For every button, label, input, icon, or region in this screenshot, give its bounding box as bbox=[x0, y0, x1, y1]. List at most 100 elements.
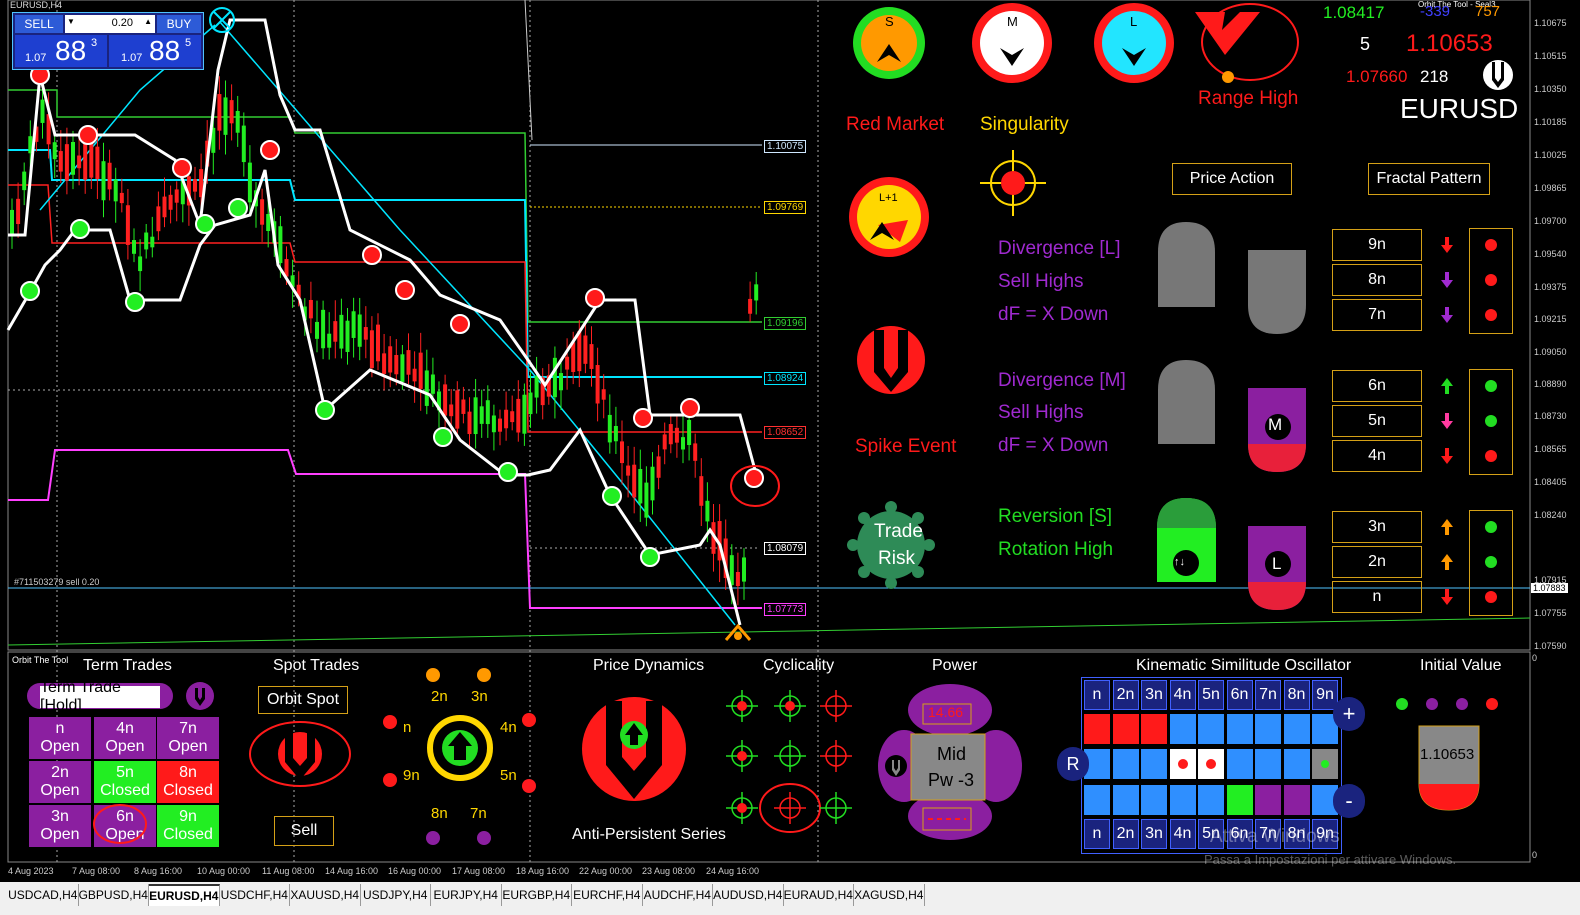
kso-header-cell[interactable]: n bbox=[1084, 680, 1110, 710]
kso-plus-button[interactable]: + bbox=[1333, 697, 1365, 731]
symbol-tab[interactable]: AUDUSD,H4 bbox=[713, 884, 784, 906]
kso-cell[interactable] bbox=[1169, 714, 1196, 744]
kso-cell[interactable] bbox=[1198, 785, 1224, 815]
kso-cell[interactable] bbox=[1169, 785, 1196, 815]
kso-cell[interactable] bbox=[1283, 749, 1310, 779]
orbit-spot-button[interactable]: Orbit Spot bbox=[258, 686, 348, 714]
lot-value[interactable]: 0.20 bbox=[112, 17, 133, 29]
candle-body bbox=[595, 365, 600, 404]
cycle-crosshair-icon bbox=[726, 792, 758, 824]
symbol-tab[interactable]: EURJPY,H4 bbox=[431, 884, 502, 906]
kso-header-cell[interactable]: 3n bbox=[1141, 819, 1167, 849]
candle-body bbox=[217, 94, 222, 131]
term-trade-cell[interactable]: n Open bbox=[29, 717, 91, 759]
symbol-tab[interactable]: USDJPY,H4 bbox=[360, 884, 431, 906]
sell-signal-marker bbox=[395, 280, 415, 300]
candle-body bbox=[674, 427, 679, 443]
kso-cell[interactable] bbox=[1198, 749, 1224, 779]
term-trade-cell[interactable]: 9n Closed bbox=[157, 805, 219, 847]
kso-cell[interactable] bbox=[1312, 749, 1338, 779]
candle-body bbox=[516, 398, 521, 433]
kso-cell[interactable] bbox=[1226, 714, 1253, 744]
sell-signal-marker bbox=[362, 245, 382, 265]
term-trade-cell[interactable]: 4n Open bbox=[94, 717, 156, 759]
kso-cell[interactable] bbox=[1283, 785, 1310, 815]
kso-cell[interactable] bbox=[1169, 749, 1196, 779]
fractal-level-box[interactable]: 5n bbox=[1332, 405, 1422, 437]
arrow-up-icon bbox=[1441, 554, 1453, 570]
symbol-tab[interactable]: EURUSD,H4 bbox=[149, 884, 220, 906]
chart-symbol-caption: EURUSD,H4 bbox=[10, 0, 63, 10]
candle-body bbox=[571, 342, 576, 372]
price-action-button[interactable]: Price Action bbox=[1172, 163, 1292, 195]
kso-r-button[interactable]: R bbox=[1057, 747, 1089, 781]
term-trade-direction-icon[interactable] bbox=[186, 682, 214, 710]
kso-cell[interactable] bbox=[1112, 749, 1139, 779]
fractal-level-box[interactable]: 4n bbox=[1332, 440, 1422, 472]
kso-minus-button[interactable]: - bbox=[1333, 784, 1365, 818]
axis-price-label: 1.08890 bbox=[1534, 379, 1567, 389]
kso-header-cell[interactable]: 5n bbox=[1198, 680, 1224, 710]
buy-price-button[interactable]: 1.07 88 5 bbox=[109, 35, 201, 67]
kso-cell[interactable] bbox=[1255, 714, 1281, 744]
kso-cell[interactable] bbox=[1226, 749, 1253, 779]
kso-cell[interactable] bbox=[1112, 714, 1139, 744]
kso-cell[interactable] bbox=[1255, 785, 1281, 815]
lot-up-icon[interactable]: ▲ bbox=[144, 17, 152, 26]
kso-cell[interactable] bbox=[1084, 714, 1110, 744]
term-trade-cell[interactable]: 3n Open bbox=[29, 805, 91, 847]
kso-header-cell[interactable]: 2n bbox=[1112, 680, 1139, 710]
candle-body bbox=[394, 355, 399, 375]
symbol-tab[interactable]: USDCAD,H4 bbox=[8, 884, 79, 906]
term-trade-cell[interactable]: 7n Open bbox=[157, 717, 219, 759]
orbit-level-label: 7n bbox=[470, 805, 487, 822]
buy-price-sup: 5 bbox=[185, 37, 192, 49]
symbol-tab[interactable]: EURGBP,H4 bbox=[501, 884, 572, 906]
sell-price-button[interactable]: 1.07 88 3 bbox=[15, 35, 107, 67]
candle-body bbox=[406, 350, 411, 375]
kso-header-cell[interactable]: 4n bbox=[1169, 819, 1196, 849]
kso-header-cell[interactable]: 3n bbox=[1141, 680, 1167, 710]
kso-header-cell[interactable]: n bbox=[1084, 819, 1110, 849]
kso-cell[interactable] bbox=[1141, 785, 1167, 815]
lot-size-stepper[interactable]: ▼ 0.20 ▲ bbox=[65, 15, 155, 33]
kso-cell[interactable] bbox=[1112, 785, 1139, 815]
buy-button[interactable]: BUY bbox=[157, 15, 201, 33]
kso-header-cell[interactable]: 8n bbox=[1283, 680, 1310, 710]
kso-cell[interactable] bbox=[1141, 749, 1167, 779]
kso-cell[interactable] bbox=[1141, 714, 1167, 744]
fractal-level-box[interactable]: 2n bbox=[1332, 546, 1422, 578]
symbol-tab[interactable]: AUDCHF,H4 bbox=[642, 884, 713, 906]
kso-cell[interactable] bbox=[1283, 714, 1310, 744]
term-trade-cell[interactable]: 8n Closed bbox=[157, 761, 219, 803]
fractal-level-box[interactable]: 8n bbox=[1332, 264, 1422, 296]
buy-signal-marker bbox=[125, 292, 145, 312]
reversion-sub: Rotation High bbox=[998, 539, 1114, 560]
kso-header-cell[interactable]: 7n bbox=[1255, 680, 1281, 710]
symbol-tab[interactable]: EURAUD,H4 bbox=[783, 884, 854, 906]
kso-cell[interactable] bbox=[1198, 714, 1224, 744]
symbol-tab[interactable]: XAUUSD,H4 bbox=[290, 884, 361, 906]
fractal-level-box[interactable]: 9n bbox=[1332, 229, 1422, 261]
symbol-tab[interactable]: GBPUSD,H4 bbox=[78, 884, 149, 906]
lot-down-icon[interactable]: ▼ bbox=[67, 17, 75, 26]
term-trade-cell[interactable]: 5n Closed bbox=[94, 761, 156, 803]
symbol-tab[interactable]: EURCHF,H4 bbox=[572, 884, 643, 906]
kso-cell[interactable] bbox=[1084, 785, 1110, 815]
term-trade-hold-button[interactable]: Term Trade [Hold] bbox=[40, 679, 160, 714]
fractal-pattern-button[interactable]: Fractal Pattern bbox=[1368, 163, 1490, 195]
fractal-level-box[interactable]: 3n bbox=[1332, 511, 1422, 543]
fractal-level-box[interactable]: 6n bbox=[1332, 370, 1422, 402]
fractal-level-box[interactable]: n bbox=[1332, 581, 1422, 613]
symbol-tab[interactable]: USDCHF,H4 bbox=[219, 884, 290, 906]
sell-button[interactable]: SELL bbox=[15, 15, 63, 33]
sell-spot-button[interactable]: Sell bbox=[274, 816, 334, 846]
term-trade-cell[interactable]: 2n Open bbox=[29, 761, 91, 803]
kso-header-cell[interactable]: 2n bbox=[1112, 819, 1139, 849]
kso-header-cell[interactable]: 6n bbox=[1226, 680, 1253, 710]
kso-header-cell[interactable]: 4n bbox=[1169, 680, 1196, 710]
symbol-tab[interactable]: XAGUSD,H4 bbox=[854, 884, 925, 906]
fractal-level-box[interactable]: 7n bbox=[1332, 299, 1422, 331]
kso-cell[interactable] bbox=[1226, 785, 1253, 815]
kso-cell[interactable] bbox=[1255, 749, 1281, 779]
